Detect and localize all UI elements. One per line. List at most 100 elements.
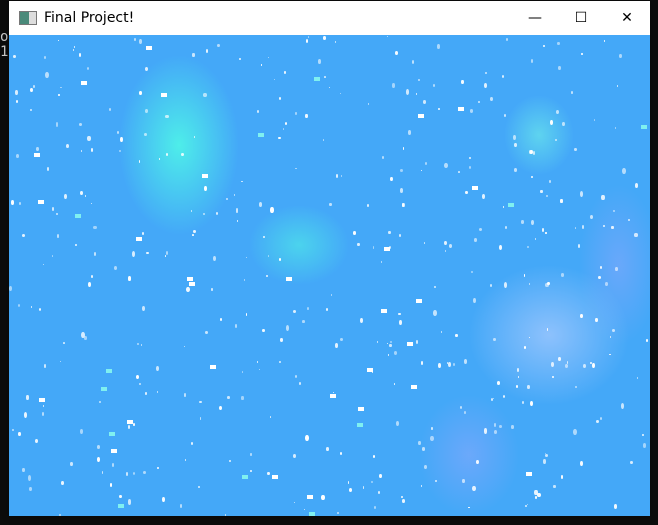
star	[61, 480, 65, 485]
star	[217, 43, 221, 48]
star	[322, 36, 326, 40]
star	[57, 233, 60, 238]
particle	[38, 398, 45, 403]
particle	[306, 494, 313, 499]
star	[560, 199, 563, 203]
star	[390, 340, 393, 344]
particle	[272, 474, 279, 479]
star	[432, 84, 435, 88]
star	[616, 84, 619, 88]
title-bar[interactable]: Final Project! — ☐ ✕	[9, 1, 650, 35]
star	[399, 188, 403, 194]
maximize-button[interactable]: ☐	[558, 1, 604, 35]
particle	[108, 431, 115, 436]
star	[387, 353, 390, 356]
star	[199, 417, 202, 420]
star	[80, 190, 84, 195]
star	[473, 238, 477, 242]
star	[246, 256, 248, 259]
star	[80, 429, 84, 435]
star	[329, 202, 332, 207]
star	[534, 238, 537, 240]
star	[32, 84, 35, 88]
star	[531, 219, 535, 225]
star	[544, 453, 548, 458]
star	[27, 474, 32, 481]
star	[347, 481, 350, 484]
star	[634, 183, 638, 188]
star	[402, 147, 405, 150]
star	[199, 400, 202, 404]
star	[58, 514, 61, 516]
star	[504, 281, 508, 288]
game-canvas[interactable]	[9, 35, 650, 516]
star	[143, 132, 147, 136]
star	[546, 328, 549, 331]
star	[373, 506, 376, 510]
star	[136, 375, 140, 380]
minimize-button[interactable]: —	[512, 1, 558, 35]
star	[204, 186, 208, 191]
particle	[34, 152, 41, 157]
star	[155, 366, 159, 371]
star	[72, 49, 74, 51]
star	[484, 71, 487, 75]
particle	[161, 93, 168, 97]
star	[128, 499, 132, 506]
star	[13, 54, 16, 59]
star	[551, 361, 554, 367]
star	[528, 282, 531, 285]
star	[514, 142, 517, 147]
star	[183, 393, 186, 397]
star	[16, 99, 19, 104]
particle	[257, 132, 264, 137]
star	[181, 153, 184, 157]
star	[468, 506, 470, 509]
star	[339, 451, 343, 456]
star	[583, 363, 587, 369]
star	[581, 52, 583, 55]
star	[483, 82, 488, 88]
star	[556, 109, 560, 114]
star	[516, 368, 519, 372]
star	[198, 485, 200, 489]
star	[389, 343, 392, 347]
star	[263, 235, 266, 238]
particle	[406, 342, 413, 347]
star	[70, 462, 73, 467]
star	[234, 323, 238, 328]
star	[215, 212, 219, 215]
star	[91, 275, 94, 279]
star	[548, 180, 552, 183]
star	[31, 306, 33, 308]
star	[241, 371, 243, 374]
close-icon: ✕	[621, 10, 633, 26]
star	[51, 255, 53, 258]
star	[279, 360, 281, 363]
star	[305, 435, 309, 442]
star	[438, 363, 441, 368]
star	[90, 148, 94, 153]
star	[493, 430, 498, 434]
star	[203, 212, 206, 215]
star	[537, 493, 541, 498]
star	[218, 405, 222, 410]
star	[318, 59, 322, 64]
star	[603, 40, 605, 43]
close-button[interactable]: ✕	[604, 1, 650, 35]
star	[274, 78, 276, 80]
star	[574, 226, 577, 230]
star	[145, 392, 147, 395]
particle	[313, 76, 320, 81]
star	[322, 138, 325, 142]
star	[142, 231, 145, 236]
star	[562, 121, 565, 127]
star	[203, 93, 207, 98]
star	[143, 470, 147, 474]
star	[418, 441, 421, 446]
star	[490, 283, 493, 287]
star	[243, 279, 245, 281]
particle	[241, 475, 248, 480]
star	[417, 78, 420, 81]
star	[328, 86, 330, 89]
